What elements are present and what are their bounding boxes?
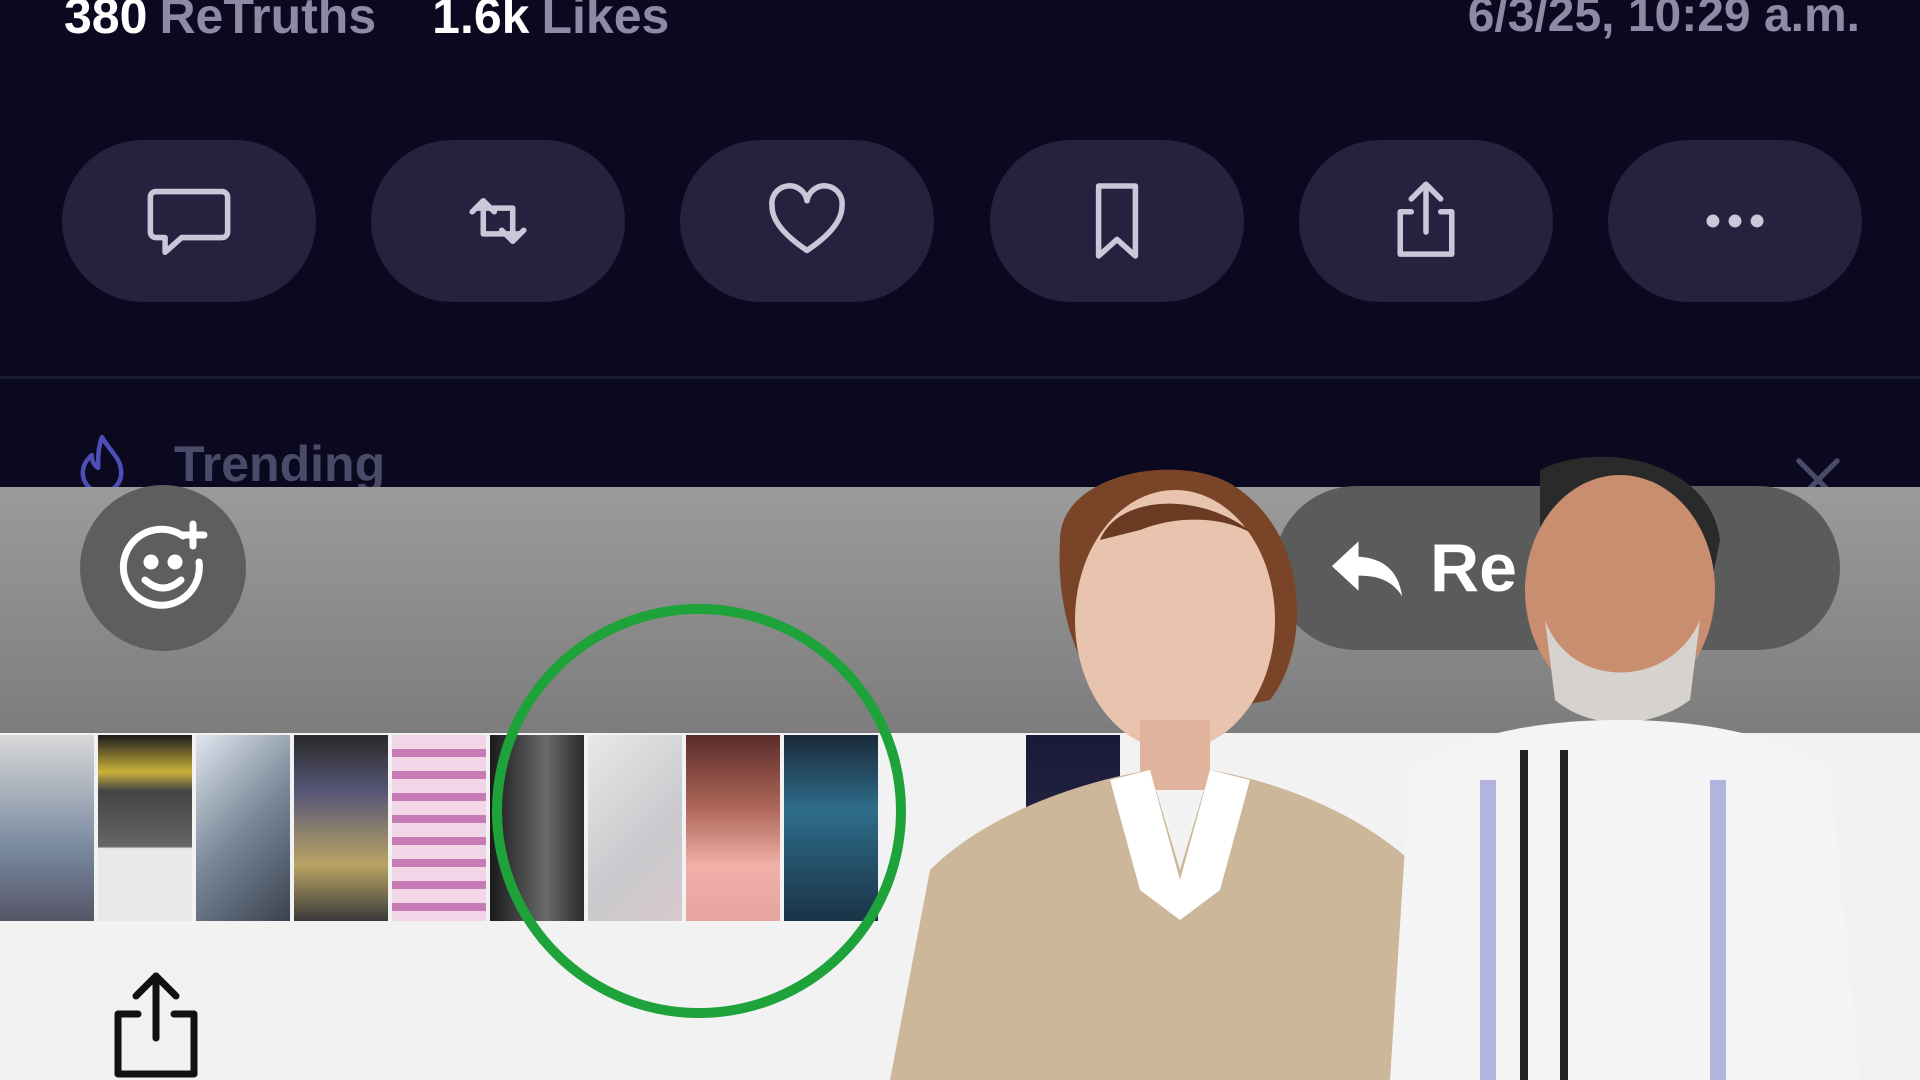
truth-post-panel: 380 ReTruths 1.6k Likes 6/3/25, 10:29 a.m. xyxy=(0,0,1920,487)
likes-stat[interactable]: 1.6k Likes xyxy=(432,0,669,45)
retruths-stat[interactable]: 380 ReTruths xyxy=(64,0,376,45)
post-actions-bar xyxy=(62,140,1862,302)
share-button[interactable] xyxy=(1298,140,1553,302)
trending-label: Trending xyxy=(174,436,386,487)
bookmark-button[interactable] xyxy=(989,140,1244,302)
share-icon[interactable] xyxy=(108,968,204,1080)
likes-label: Likes xyxy=(541,0,670,44)
comment-icon xyxy=(147,188,231,256)
post-timestamp: 6/3/25, 10:29 a.m. xyxy=(1467,0,1860,42)
more-icon xyxy=(1706,214,1764,228)
bookmark-icon xyxy=(1095,183,1138,259)
photo-thumbnail[interactable] xyxy=(392,735,486,921)
retruths-label: ReTruths xyxy=(159,0,377,44)
man-portrait-photo xyxy=(1390,456,1860,1080)
retruth-button[interactable] xyxy=(371,140,626,302)
share-icon xyxy=(1397,181,1455,257)
photo-thumbnail[interactable] xyxy=(0,735,94,921)
emoji-add-icon xyxy=(119,520,208,609)
like-button[interactable] xyxy=(680,140,935,302)
section-divider xyxy=(0,376,1920,379)
likes-count: 1.6k xyxy=(432,0,530,44)
photo-thumbnail[interactable] xyxy=(294,735,388,921)
photo-thumbnail[interactable] xyxy=(98,735,192,921)
trending-header[interactable]: Trending xyxy=(70,432,385,487)
flame-icon xyxy=(80,434,124,487)
retruths-count: 380 xyxy=(64,0,148,44)
more-options-button[interactable] xyxy=(1607,140,1862,302)
highlight-circle xyxy=(492,604,906,1018)
add-reaction-button[interactable] xyxy=(80,485,246,651)
like-icon xyxy=(769,183,846,254)
comment-button[interactable] xyxy=(62,140,316,302)
retruth-icon xyxy=(469,198,527,244)
photo-thumbnail[interactable] xyxy=(196,735,290,921)
post-stats: 380 ReTruths 1.6k Likes xyxy=(64,0,669,46)
